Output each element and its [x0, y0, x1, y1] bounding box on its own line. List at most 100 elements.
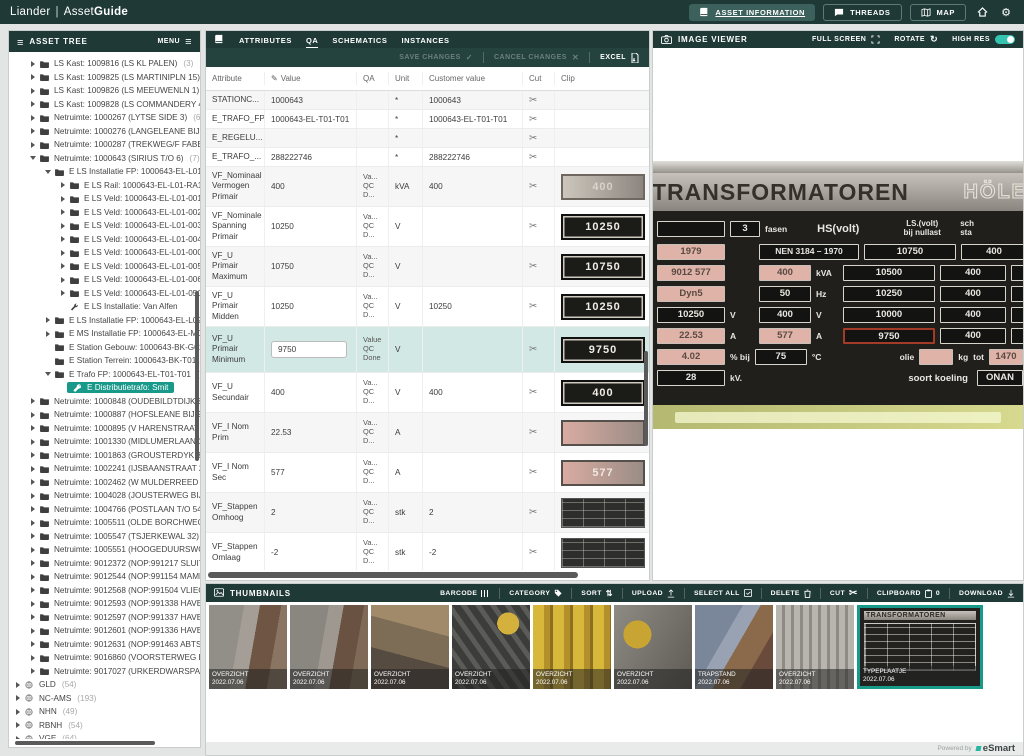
tree-item[interactable]: Netruimte: 1005551 (HOOGEDUURSWOUDE 4)	[9, 543, 200, 557]
table-row[interactable]: E_TRAFO_FP 1000643-EL-T01-T01 * 1000643-…	[206, 110, 649, 129]
cut-button[interactable]	[522, 493, 554, 532]
expand-arrow-icon[interactable]	[13, 695, 22, 701]
thumbnail[interactable]: OVERZICHT 2022.07.06	[290, 605, 368, 689]
tree-item[interactable]: Netruimte: 1005511 (OLDE BORCHWEG 61) (6…	[9, 516, 200, 530]
expand-arrow-icon[interactable]	[28, 506, 37, 512]
expand-arrow-icon[interactable]	[28, 466, 37, 472]
tree-item[interactable]: Netruimte: 1000276 (LANGELEANE BIJ 11) (…	[9, 125, 200, 139]
asset-information-button[interactable]: ASSET INFORMATION	[689, 4, 815, 21]
clipboard-button[interactable]: CLIPBOARD0	[877, 589, 940, 598]
settings-button[interactable]	[998, 3, 1014, 21]
cut-button[interactable]	[522, 148, 554, 166]
expand-arrow-icon[interactable]	[58, 223, 67, 229]
nameplate-photo[interactable]: TRANSFORMATOREN HÖLE 3 fasen HS(volt) LS…	[653, 161, 1023, 429]
map-button[interactable]: MAP	[910, 4, 966, 21]
table-row[interactable]: VF_Stappen Omlaag -2 Va... QC D... stk -…	[206, 533, 649, 570]
tree-item[interactable]: E LS Rail: 1000643-EL-L01-RA1 (4)	[9, 179, 200, 193]
expand-arrow-icon[interactable]	[28, 493, 37, 499]
sort-button[interactable]: SORT	[581, 589, 613, 598]
clip-image[interactable]: 400	[561, 174, 645, 200]
table-row[interactable]: VF_U Primair Minimum 9750 Value QC Done …	[206, 327, 649, 373]
download-button[interactable]: DOWNLOAD	[959, 589, 1015, 598]
cut-button[interactable]	[522, 167, 554, 206]
excel-button[interactable]: EXCEL	[600, 53, 639, 63]
value-input[interactable]: 400	[271, 182, 285, 191]
tree-item[interactable]: E LS Veld: 1000643-EL-L01-003 (3)	[9, 219, 200, 233]
tree-item[interactable]: NC-AMS (193)	[9, 692, 200, 706]
value-cell[interactable]: 2	[264, 493, 356, 532]
expand-arrow-icon[interactable]	[13, 722, 22, 728]
cut-button[interactable]	[522, 129, 554, 147]
tree-item[interactable]: Netruimte: 9012597 (NOP:991337 HAVENWG 6…	[9, 611, 200, 625]
expand-arrow-icon[interactable]	[28, 74, 37, 80]
hamburger-icon[interactable]	[17, 33, 23, 51]
expand-arrow-icon[interactable]	[43, 169, 52, 175]
cancel-changes-button[interactable]: CANCEL CHANGES	[494, 53, 579, 62]
tree-item[interactable]: E Trafo FP: 1000643-EL-T01-T01 (1)	[9, 368, 200, 382]
tree-item[interactable]: E LS Veld: 1000643-EL-L01-006 (3)	[9, 273, 200, 287]
tree-vertical-scrollbar[interactable]	[195, 291, 199, 461]
expand-arrow-icon[interactable]	[28, 61, 37, 67]
cut-button[interactable]	[522, 373, 554, 412]
tree-item[interactable]: Netruimte: 9016860 (VOORSTERWEG BIJ 36) …	[9, 651, 200, 665]
expand-arrow-icon[interactable]	[28, 655, 37, 661]
expand-arrow-icon[interactable]	[58, 196, 67, 202]
tree-item[interactable]: VGE (64)	[9, 732, 200, 739]
value-input[interactable]: 288222746	[271, 153, 312, 162]
expand-arrow-icon[interactable]	[28, 412, 37, 418]
column-value[interactable]: Value	[264, 72, 356, 85]
cut-button[interactable]	[522, 533, 554, 570]
column-attribute[interactable]: Attribute	[206, 72, 264, 85]
tree-item[interactable]: Netruimte: 1002462 (W MULDERREED 1) (7)	[9, 476, 200, 490]
tree-item[interactable]: LS Kast: 1009826 (LS MEEUWENLN 1) (3)	[9, 84, 200, 98]
value-input[interactable]: 10250	[271, 222, 294, 231]
tab[interactable]: SCHEMATICS	[325, 32, 394, 48]
column-clip[interactable]: Clip	[554, 72, 649, 85]
cut-button[interactable]	[522, 247, 554, 286]
cut-button[interactable]	[522, 413, 554, 452]
high-res-toggle[interactable]: HIGH RES	[952, 35, 1015, 44]
tree-item[interactable]: Netruimte: 1004766 (POSTLAAN T/O 54) (6)	[9, 503, 200, 517]
tree-item[interactable]: E Station Gebouw: 1000643-BK-G01	[9, 341, 200, 355]
clip-image[interactable]: 10250	[561, 214, 645, 240]
expand-arrow-icon[interactable]	[28, 628, 37, 634]
value-input[interactable]: 1000643	[271, 96, 303, 105]
tree-item[interactable]: Netruimte: 9012631 (NOP:991463 ABTSWG 17…	[9, 638, 200, 652]
category-button[interactable]: CATEGORY	[509, 589, 562, 597]
value-cell[interactable]: -2	[264, 533, 356, 570]
table-horizontal-scrollbar[interactable]	[208, 572, 578, 578]
expand-arrow-icon[interactable]	[43, 371, 52, 377]
expand-arrow-icon[interactable]	[28, 614, 37, 620]
thumbnail[interactable]: TRANSFORMATOREN TYPEPLAATJE 2022.07.06	[857, 605, 983, 689]
tree-item[interactable]: Netruimte: 1002241 (IJSBAANSTRAAT 2) (7)	[9, 462, 200, 476]
tree-item[interactable]: E LS Veld: 1000643-EL-L01-002 (3)	[9, 206, 200, 220]
tree-item[interactable]: E Distributietrafo: Smit	[9, 381, 200, 395]
expand-arrow-icon[interactable]	[58, 277, 67, 283]
cut-button[interactable]	[522, 207, 554, 246]
tree-item[interactable]: Netruimte: 1001330 (MIDLUMERLAAN 13) (7)	[9, 435, 200, 449]
value-cell[interactable]: 22.53	[264, 413, 356, 452]
expand-arrow-icon[interactable]	[28, 601, 37, 607]
table-row[interactable]: VF_I Nom Prim 22.53 Va... QC D... A	[206, 413, 649, 453]
tree-item[interactable]: E LS Installatie FP: 1000643-EL-L01 (10)	[9, 165, 200, 179]
expand-arrow-icon[interactable]	[28, 142, 37, 148]
table-row[interactable]: E_REGELU... *	[206, 129, 649, 148]
thumbnail[interactable]: TRAPSTAND 2022.07.06	[695, 605, 773, 689]
tree-item[interactable]: Netruimte: 1000848 (OUDEBILDTDIJK 892) (…	[9, 395, 200, 409]
cut-button[interactable]	[522, 453, 554, 492]
tree-item[interactable]: LS Kast: 1009828 (LS COMMANDERY 48) (3)	[9, 98, 200, 112]
barcode-button[interactable]: BARCODE	[440, 590, 490, 597]
expand-arrow-icon[interactable]	[43, 331, 52, 337]
tab[interactable]: INSTANCES	[394, 32, 456, 48]
expand-arrow-icon[interactable]	[28, 88, 37, 94]
select-all-button[interactable]: SELECT ALL	[694, 589, 752, 597]
thumbnail[interactable]: OVERZICHT 2022.07.06	[533, 605, 611, 689]
tree-item[interactable]: LS Kast: 1009825 (LS MARTINIPLN 15) (3)	[9, 71, 200, 85]
tree-item[interactable]: Netruimte: 9012568 (NOP:991504 VLIEGTUIG…	[9, 584, 200, 598]
thumbnail[interactable]: OVERZICHT 2022.07.06	[614, 605, 692, 689]
expand-arrow-icon[interactable]	[58, 250, 67, 256]
upload-button[interactable]: UPLOAD	[632, 589, 675, 598]
table-row[interactable]: E_TRAFO_... 288222746 * 288222746	[206, 148, 649, 167]
tab[interactable]: QA	[299, 32, 325, 48]
expand-arrow-icon[interactable]	[13, 709, 22, 715]
